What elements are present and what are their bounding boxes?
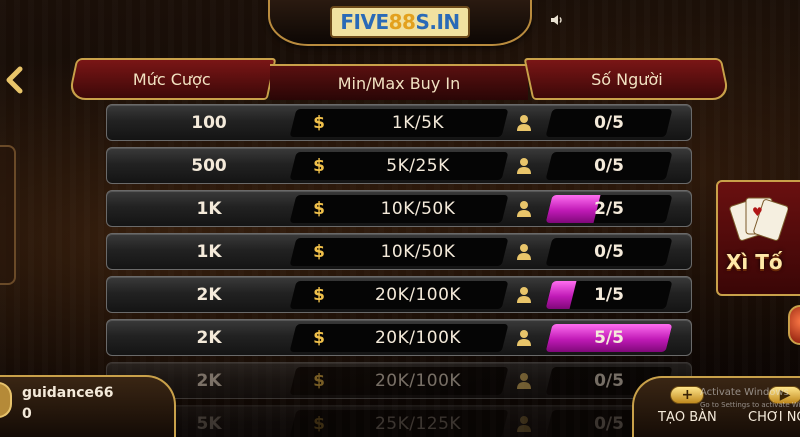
playing-cards-icon: ♥: [729, 197, 788, 241]
room-row[interactable]: 1K $ 10K/50K 2/5: [106, 190, 692, 227]
row-buyin: 25K/125K: [374, 413, 462, 434]
watermark-line1: Activate Windows: [700, 387, 789, 398]
logo: FIVE 88 S.IN: [330, 6, 470, 38]
person-icon: [517, 330, 531, 346]
play-now-label: CHƠI NGAY: [748, 410, 800, 425]
username: guidance66: [22, 385, 114, 401]
room-row[interactable]: 100 $ 1K/5K 0/5: [106, 104, 692, 141]
logo-text-sin: S.IN: [415, 10, 460, 34]
dollar-icon: $: [313, 198, 325, 219]
side-button[interactable]: [788, 305, 800, 345]
speaker-icon[interactable]: [549, 12, 565, 28]
row-bet: 100: [191, 112, 227, 133]
table-header: Mức Cược Min/Max Buy In Số Người: [67, 58, 731, 100]
logo-text-88: 88: [388, 10, 416, 34]
row-buyin: 5K/25K: [386, 155, 450, 176]
header-minmax: Min/Max Buy In: [270, 64, 528, 100]
dollar-icon: $: [313, 112, 325, 133]
header-bet: Mức Cược: [67, 58, 277, 100]
create-table-label: TẠO BÀN: [658, 410, 717, 425]
game-card-xi-to[interactable]: ♥ Xì Tố: [716, 180, 800, 296]
row-bet: 1K: [196, 241, 222, 262]
person-icon: [517, 287, 531, 303]
room-row[interactable]: 2K $ 20K/100K 0/5: [106, 362, 692, 399]
room-row[interactable]: 5K $ 25K/125K 0/5: [106, 405, 692, 437]
watermark-line2: Go to Settings to activate Windows.: [700, 401, 800, 409]
person-icon: [517, 244, 531, 260]
dollar-icon: $: [313, 413, 325, 434]
left-side-panel: [0, 145, 16, 285]
game-title: Xì Tố: [726, 250, 783, 274]
header-minmax-label: Min/Max Buy In: [337, 73, 461, 93]
row-buyin: 1K/5K: [391, 112, 445, 133]
header-bet-label: Mức Cược: [133, 69, 211, 89]
dollar-icon: $: [313, 327, 325, 348]
row-buyin: 20K/100K: [374, 370, 462, 391]
row-players: 0/5: [594, 241, 624, 262]
row-buyin: 10K/50K: [380, 198, 456, 219]
room-row[interactable]: 2K $ 20K/100K 5/5: [106, 319, 692, 356]
dollar-icon: $: [313, 155, 325, 176]
dollar-icon: $: [313, 284, 325, 305]
row-players: 1/5: [594, 284, 624, 305]
room-row[interactable]: 1K $ 10K/50K 0/5: [106, 233, 692, 270]
balance: 0: [22, 406, 32, 422]
header-players: Số Người: [523, 58, 731, 100]
row-players: 0/5: [594, 155, 624, 176]
row-players: 0/5: [594, 112, 624, 133]
person-icon: [517, 158, 531, 174]
person-icon: [517, 373, 531, 389]
row-bet: 1K: [196, 198, 222, 219]
row-bet: 2K: [196, 327, 222, 348]
logo-plaque: FIVE 88 S.IN: [268, 0, 532, 46]
dollar-icon: $: [313, 370, 325, 391]
row-bet: 2K: [196, 284, 222, 305]
dollar-icon: $: [313, 241, 325, 262]
row-players: 2/5: [594, 198, 624, 219]
person-icon: [517, 201, 531, 217]
person-icon: [517, 115, 531, 131]
person-icon: [517, 416, 531, 432]
windows-activation-watermark: Activate Windows Go to Settings to activ…: [700, 387, 800, 411]
row-players: 5/5: [594, 327, 624, 348]
row-buyin: 10K/50K: [380, 241, 456, 262]
row-bet: 500: [191, 155, 227, 176]
room-row[interactable]: 2K $ 20K/100K 1/5: [106, 276, 692, 313]
room-row[interactable]: 500 $ 5K/25K 0/5: [106, 147, 692, 184]
row-buyin: 20K/100K: [374, 327, 462, 348]
logo-text-five: FIVE: [340, 10, 389, 34]
row-buyin: 20K/100K: [374, 284, 462, 305]
header-players-label: Số Người: [591, 69, 663, 89]
back-chevron-icon[interactable]: [4, 66, 26, 94]
svg-text:♥: ♥: [752, 205, 763, 219]
